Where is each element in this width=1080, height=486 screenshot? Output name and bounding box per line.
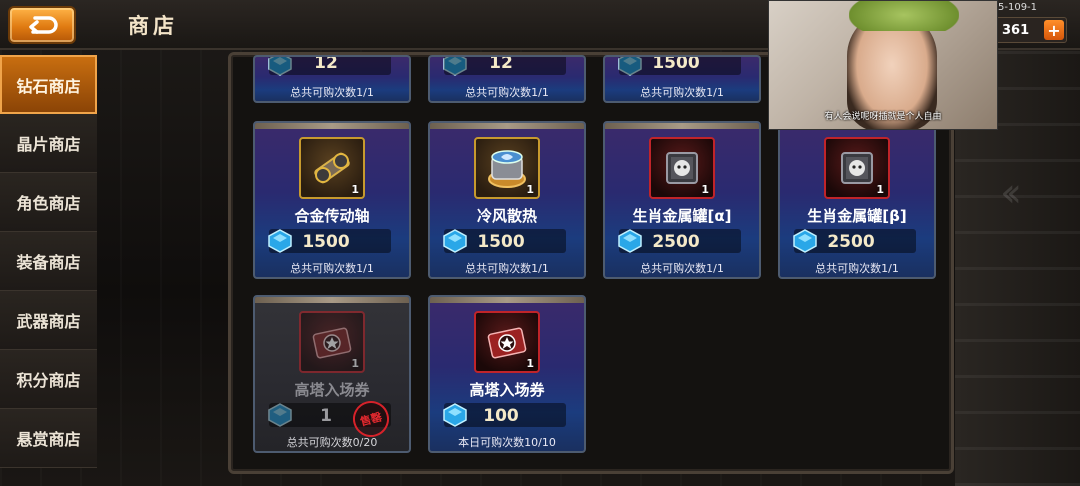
item-price: 2500 [652, 232, 700, 252]
sidebar-item-label: 装备商店 [16, 253, 81, 272]
item-count: 1 [351, 357, 359, 370]
item-name: 合金传动轴 [294, 207, 370, 225]
zodiac-canister-icon [666, 152, 698, 184]
item-icon-frame: 1 [649, 137, 715, 199]
item-price: 1 [320, 406, 332, 426]
sidebar-item-character-shop[interactable]: 角色商店 [0, 173, 97, 232]
back-button[interactable] [8, 6, 76, 44]
page-title: 商店 [128, 14, 178, 38]
purchase-limit: 本日可购次数10/10 [458, 436, 556, 449]
item-icon-frame: 1 [474, 311, 540, 373]
sidebar-item-points-shop[interactable]: 积分商店 [0, 350, 97, 409]
diamond-icon [618, 229, 642, 253]
back-arrow-icon [29, 16, 58, 34]
webcam-caption: 有人会说呢呀插就是个人自由 [824, 112, 942, 122]
webcam-overlay: 有人会说呢呀插就是个人自由 [768, 0, 998, 130]
item-name: 生肖金属罐[α] [632, 207, 732, 225]
tower-ticket-icon [487, 327, 527, 359]
sidebar-item-label: 钻石商店 [16, 76, 81, 96]
item-price: 1500 [302, 232, 350, 252]
item-price: 1500 [477, 232, 525, 252]
item-icon-frame: 1 [299, 311, 365, 373]
item-name: 冷风散热 [476, 207, 537, 225]
item-name: 高塔入场券 [294, 381, 370, 399]
shop-sidebar: 钻石商店 晶片商店 角色商店 装备商店 武器商店 积分商店 悬赏商店 [0, 55, 97, 486]
purchase-limit: 总共可购次数1/1 [640, 86, 724, 99]
item-price: 12 [314, 55, 338, 73]
shop-item-card[interactable]: 1 合金传动轴 1500 总共可购次数1/1 [253, 121, 411, 279]
shop-item-card[interactable]: 12 总共可购次数1/1 [428, 55, 586, 103]
purchase-limit: 总共可购次数1/1 [815, 262, 899, 275]
purchase-limit: 总共可购次数0/20 [286, 436, 378, 449]
sidebar-item-label: 角色商店 [16, 194, 81, 213]
shop-item-card[interactable]: 1 高塔入场券 100 本日可购次数10/10 [428, 295, 586, 453]
tower-ticket-icon [312, 327, 352, 359]
alloy-shaft-icon [314, 152, 350, 184]
item-icon-frame: 1 [824, 137, 890, 199]
shop-item-card[interactable]: 1500 总共可购次数1/1 [603, 55, 761, 103]
item-count: 1 [351, 183, 359, 196]
level-indicator: 5-109-1 [998, 2, 1038, 13]
diamond-icon [793, 229, 817, 253]
diamond-icon [268, 229, 292, 253]
sidebar-item-diamond-shop[interactable]: 钻石商店 [0, 55, 97, 114]
item-count: 1 [701, 183, 709, 196]
sidebar-item-label: 晶片商店 [16, 135, 81, 154]
sidebar-item-bounty-shop[interactable]: 悬赏商店 [0, 409, 97, 468]
item-price: 1500 [652, 55, 700, 73]
sidebar-item-equipment-shop[interactable]: 装备商店 [0, 232, 97, 291]
shop-item-card[interactable]: 12 总共可购次数1/1 [253, 55, 411, 103]
currency-value: 361 [1002, 22, 1030, 38]
diamond-icon [443, 229, 467, 253]
purchase-limit: 总共可购次数1/1 [640, 262, 724, 275]
item-count: 1 [876, 183, 884, 196]
purchase-limit: 总共可购次数1/1 [290, 86, 374, 99]
item-count: 1 [526, 183, 534, 196]
purchase-limit: 总共可购次数1/1 [290, 262, 374, 275]
item-count: 1 [526, 357, 534, 370]
purchase-limit: 总共可购次数1/1 [465, 262, 549, 275]
currency-display: 361 + [995, 17, 1067, 43]
shop-item-card[interactable]: 1 冷风散热 1500 总共可购次数1/1 [428, 121, 586, 279]
leaf-decoration [849, 1, 959, 31]
chevron-decoration: ‹‹ [1000, 170, 1022, 216]
item-price: 2500 [827, 232, 875, 252]
cooling-fan-icon [488, 150, 526, 188]
sidebar-item-label: 积分商店 [16, 371, 81, 390]
item-name: 生肖金属罐[β] [807, 207, 907, 225]
diamond-icon [268, 403, 292, 427]
item-name: 高塔入场券 [469, 381, 545, 399]
sidebar-item-label: 悬赏商店 [16, 430, 81, 449]
sidebar-item-label: 武器商店 [16, 312, 81, 331]
purchase-limit: 总共可购次数1/1 [465, 86, 549, 99]
shop-item-card[interactable]: 1 生肖金属罐[β] 2500 总共可购次数1/1 [778, 121, 936, 279]
shop-item-card[interactable]: 1 高塔入场券 1 售罄 总共可购次数0/20 [253, 295, 411, 453]
item-price: 100 [483, 406, 519, 426]
item-icon-frame: 1 [474, 137, 540, 199]
item-price: 12 [489, 55, 513, 73]
shop-item-card[interactable]: 1 生肖金属罐[α] 2500 总共可购次数1/1 [603, 121, 761, 279]
sidebar-item-weapon-shop[interactable]: 武器商店 [0, 291, 97, 350]
item-icon-frame: 1 [299, 137, 365, 199]
add-currency-button[interactable]: + [1044, 20, 1064, 40]
zodiac-canister-icon [841, 152, 873, 184]
diamond-icon [443, 403, 467, 427]
sidebar-item-chip-shop[interactable]: 晶片商店 [0, 114, 97, 173]
